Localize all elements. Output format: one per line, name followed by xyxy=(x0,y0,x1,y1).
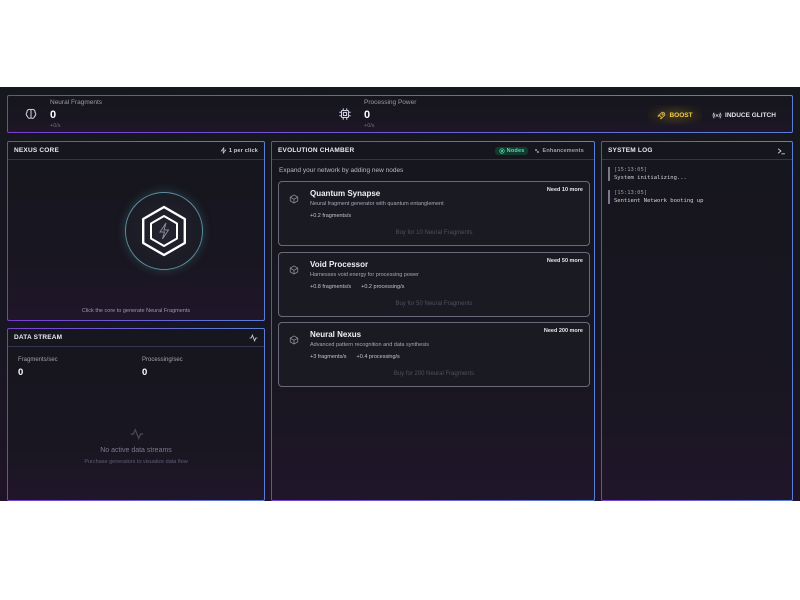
log-message: Sentient Network booting up xyxy=(614,198,704,204)
processing-power-label: Processing Power xyxy=(364,99,417,106)
lightning-icon xyxy=(220,147,227,154)
node-title: Neural Nexus xyxy=(310,330,362,339)
cpu-icon xyxy=(339,108,351,120)
activity-empty-icon xyxy=(130,428,144,440)
evolution-chamber-panel: EVOLUTION CHAMBER Nodes Enhancements Exp… xyxy=(271,141,595,501)
node-stat-fragments: +0.8 fragments/s xyxy=(310,284,352,290)
evolution-chamber-title: EVOLUTION CHAMBER xyxy=(278,147,355,154)
app-window: Neural Fragments 0 +0/s Processing Power… xyxy=(0,87,800,501)
activity-icon xyxy=(249,333,258,342)
node-card-neural-nexus: Neural Nexus Advanced pattern recognitio… xyxy=(278,322,590,387)
processing-per-sec-stat: Processing/sec 0 xyxy=(142,357,183,378)
processing-power-rate: +0/s xyxy=(364,123,375,129)
node-cost-requirement: Need 200 more xyxy=(543,328,583,334)
node-cost-requirement: Need 10 more xyxy=(546,187,583,193)
system-log-header: SYSTEM LOG xyxy=(602,142,792,160)
cube-icon xyxy=(289,335,299,345)
cube-icon xyxy=(289,194,299,204)
data-stream-panel: DATA STREAM Fragments/sec 0 Processing/s… xyxy=(7,328,265,501)
enhancements-icon xyxy=(535,148,540,153)
nexus-core-title: NEXUS CORE xyxy=(14,147,59,154)
empty-streams-subtitle: Purchase generators to visualize data fl… xyxy=(84,459,188,465)
evolution-subtitle: Expand your network by adding new nodes xyxy=(279,167,404,174)
node-cost-requirement: Need 50 more xyxy=(546,258,583,264)
per-click-label: 1 per click xyxy=(228,147,258,154)
radio-waves-icon xyxy=(712,111,722,119)
node-card-void-processor: Void Processor Harnesses void energy for… xyxy=(278,252,590,317)
buy-quantum-synapse-button[interactable]: Buy for 10 Neural Fragments xyxy=(279,230,589,236)
nexus-core-hint: Click the core to generate Neural Fragme… xyxy=(81,308,191,314)
fragments-per-sec-stat: Fragments/sec 0 xyxy=(18,357,58,378)
nexus-core-button[interactable] xyxy=(125,192,203,270)
tab-enhancements-label: Enhancements xyxy=(542,147,584,154)
nexus-core-panel: NEXUS CORE 1 per click Click the core to… xyxy=(7,141,265,321)
fragments-per-sec-value: 0 xyxy=(18,367,24,378)
neural-fragments-label: Neural Fragments xyxy=(50,99,103,106)
data-stream-header: DATA STREAM xyxy=(8,329,264,347)
node-stat-fragments: +3 fragments/s xyxy=(310,354,347,360)
log-timestamp: [15:13:05] xyxy=(614,167,648,173)
per-click-info: 1 per click xyxy=(220,147,258,154)
node-description: Neural fragment generator with quantum e… xyxy=(310,201,444,207)
cube-icon xyxy=(289,265,299,275)
nexus-core-header: NEXUS CORE 1 per click xyxy=(8,142,264,160)
processing-per-sec-label: Processing/sec xyxy=(142,357,183,363)
rocket-icon xyxy=(657,111,666,120)
processing-per-sec-value: 0 xyxy=(142,367,148,378)
fragments-per-sec-label: Fragments/sec xyxy=(18,357,58,363)
neural-fragments-stat: Neural Fragments 0 +0/s xyxy=(24,96,224,132)
system-log-panel: SYSTEM LOG [15:13:05] System initializin… xyxy=(601,141,793,501)
brain-icon xyxy=(25,108,37,119)
processing-power-value: 0 xyxy=(364,109,371,121)
system-log-title: SYSTEM LOG xyxy=(608,147,653,154)
data-stream-title: DATA STREAM xyxy=(14,334,63,341)
node-stat-processing: +0.2 processing/s xyxy=(361,284,405,290)
buy-neural-nexus-button[interactable]: Buy for 200 Neural Fragments xyxy=(279,371,589,377)
induce-glitch-label: INDUCE GLITCH xyxy=(725,111,776,119)
boost-button[interactable]: BOOST xyxy=(648,105,702,125)
log-entry: [15:13:05] Sentient Network booting up xyxy=(608,190,784,204)
boost-label: BOOST xyxy=(669,111,693,119)
node-description: Harnesses void energy for processing pow… xyxy=(310,272,419,278)
induce-glitch-button[interactable]: INDUCE GLITCH xyxy=(708,105,780,125)
log-message: System initializing... xyxy=(614,175,687,181)
log-timestamp: [15:13:05] xyxy=(614,190,648,196)
node-description: Advanced pattern recognition and data sy… xyxy=(310,342,429,348)
evolution-chamber-header: EVOLUTION CHAMBER Nodes Enhancements xyxy=(272,142,594,160)
resource-stats-bar: Neural Fragments 0 +0/s Processing Power… xyxy=(7,95,793,133)
tab-nodes-label: Nodes xyxy=(506,147,525,154)
node-card-quantum-synapse: Quantum Synapse Neural fragment generato… xyxy=(278,181,590,246)
node-stat-fragments: +0.2 fragments/s xyxy=(310,213,352,219)
nodes-icon xyxy=(499,147,505,154)
node-stat-processing: +0.4 processing/s xyxy=(356,354,400,360)
log-entry: [15:13:05] System initializing... xyxy=(608,167,784,181)
hexagon-core-icon xyxy=(141,205,186,257)
processing-power-stat: Processing Power 0 +0/s xyxy=(338,96,538,132)
neural-fragments-rate: +0/s xyxy=(50,123,61,129)
node-title: Quantum Synapse xyxy=(310,189,381,198)
empty-streams-title: No active data streams xyxy=(100,447,172,454)
neural-fragments-value: 0 xyxy=(50,109,57,121)
tab-nodes[interactable]: Nodes xyxy=(494,146,529,155)
tab-enhancements[interactable]: Enhancements xyxy=(530,147,588,155)
buy-void-processor-button[interactable]: Buy for 50 Neural Fragments xyxy=(279,301,589,307)
node-title: Void Processor xyxy=(310,260,369,269)
terminal-icon xyxy=(777,147,785,154)
